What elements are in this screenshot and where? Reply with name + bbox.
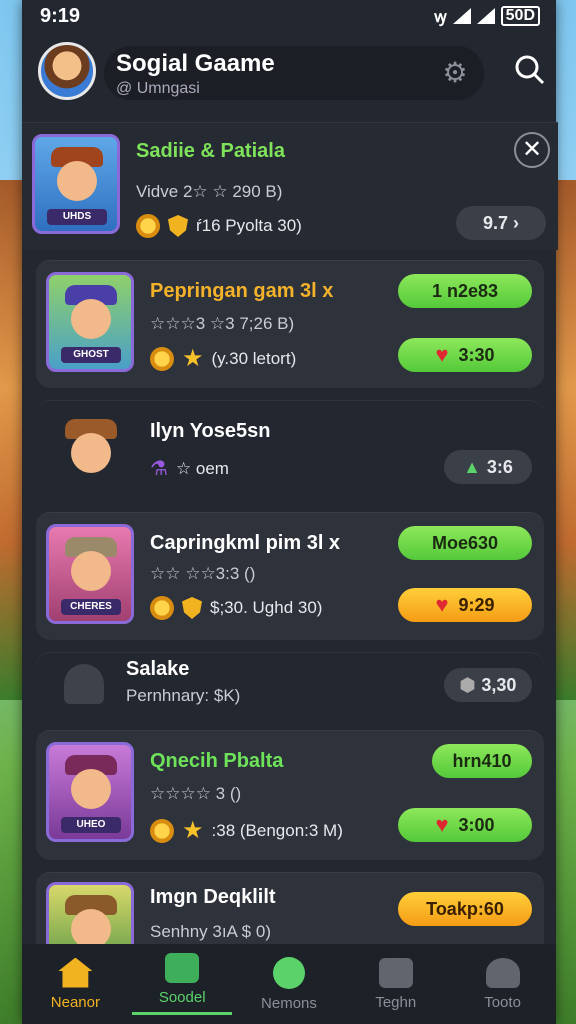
profile-avatar[interactable] [38, 42, 96, 100]
header: Sogial Gaame @ Umngasi ⚙ [38, 42, 550, 106]
coin-icon [150, 818, 174, 843]
ghost-icon [485, 957, 520, 988]
avatar: GHOST [46, 272, 134, 372]
star-icon: ★ [182, 345, 204, 372]
item-stats: Senhny 3ıA $ 0) [150, 922, 271, 941]
globe-icon [272, 956, 305, 989]
status-time: 9:19 [40, 4, 81, 27]
like-button[interactable]: ♥ 3:30 [398, 338, 532, 372]
coin-icon [136, 214, 160, 238]
battery-icon: 50D [500, 6, 540, 26]
tab-teghn[interactable]: Teghn [346, 957, 446, 1011]
like-button[interactable]: ♥ 9:29 [398, 588, 532, 622]
item-name: Ilyn Yose5sn [150, 420, 271, 442]
star-icon: ★ [182, 817, 204, 844]
status-icons: ꝡ 50D [434, 5, 540, 27]
coin-icon [150, 346, 174, 371]
heart-icon: ♥ [435, 342, 449, 367]
tab-nemons[interactable]: Nemons [239, 956, 339, 1012]
avatar-tag: UHDS [47, 209, 107, 225]
list-item[interactable]: Salake Pernhnary: $K) ⬢ 3,30 [36, 652, 544, 718]
tab-tooto[interactable]: Tooto [453, 957, 553, 1011]
item-name: Imgn Deqklilt [150, 886, 276, 908]
item-name: Salake [126, 658, 190, 680]
list-item[interactable]: UHEO Qnecih Pbalta ☆☆☆☆ 3 () ★ :38 (Beng… [36, 730, 544, 860]
shield-badge-icon: ⬢ [459, 674, 476, 695]
bottom-tab-bar: Neanor Soodel Nemons Teghn Tooto [22, 944, 556, 1024]
item-detail: ŕ16 Pyolta 30) [136, 214, 302, 238]
tab-home[interactable]: Neanor [25, 957, 125, 1011]
home-icon [58, 957, 93, 988]
item-detail: ⚗ ☆ oem [150, 458, 229, 480]
score-pill[interactable]: Moe630 [398, 526, 532, 560]
item-detail: $;30. Ughd 30) [150, 596, 322, 620]
friend-list: UHDS Sadiie & Patiala Vidve 2☆ ☆ 290 B) … [22, 122, 558, 974]
level-icon: ▲ [463, 456, 481, 477]
item-stats: ☆☆☆☆ 3 () [150, 784, 242, 803]
item-stats: Pernhnary: $K) [126, 686, 241, 705]
avatar: CHERES [46, 524, 134, 624]
action-pill[interactable]: Toakp:60 [398, 892, 532, 926]
item-detail: ★ :38 (Bengon:3 M) [150, 816, 343, 845]
item-stats: ☆☆☆3 ☆3 7;26 B) [150, 314, 295, 333]
app-title: Sogial Gaame [116, 50, 275, 77]
gear-icon[interactable]: ⚙ [440, 58, 470, 88]
potion-icon: ⚗ [150, 458, 168, 480]
heart-icon: ♥ [435, 812, 449, 837]
item-detail: ★ (y.30 letort) [150, 344, 296, 373]
list-item[interactable]: UHDS Sadiie & Patiala Vidve 2☆ ☆ 290 B) … [22, 122, 558, 250]
status-pill[interactable]: 9.7 › [456, 206, 546, 240]
signal-icon [476, 8, 495, 24]
avatar: UHEO [46, 742, 134, 842]
status-bar: 9:19 ꝡ 50D [0, 0, 576, 32]
tab-social[interactable]: Soodel [132, 953, 233, 1015]
avatar-tag: CHERES [61, 599, 121, 615]
status-pill[interactable]: ⬢ 3,30 [444, 668, 532, 702]
item-stats: ☆☆ ☆☆3:3 () [150, 564, 256, 583]
avatar [46, 406, 134, 492]
avatar-tag: GHOST [61, 347, 121, 363]
item-stats: Vidve 2☆ ☆ 290 B) [136, 182, 283, 201]
signal-label: ꝡ [434, 9, 447, 26]
shield-icon [168, 215, 188, 237]
app-panel: Sogial Gaame @ Umngasi ⚙ UHDS Sadiie & P… [22, 0, 558, 1024]
shield-icon [182, 597, 202, 619]
team-icon [378, 957, 413, 988]
item-name: Sadiie & Patiala [136, 140, 285, 162]
search-icon[interactable] [510, 50, 550, 90]
heart-icon: ♥ [435, 592, 449, 617]
list-item[interactable]: GHOST Pepringan gam 3l x ☆☆☆3 ☆3 7;26 B)… [36, 260, 544, 388]
item-name: Qnecih Pbalta [150, 750, 284, 772]
close-icon[interactable]: ✕ [514, 132, 550, 168]
friends-icon [165, 953, 200, 983]
app-subtitle: @ Umngasi [116, 80, 200, 97]
avatar: UHDS [32, 134, 120, 234]
status-pill[interactable]: ▲ 3:6 [444, 450, 532, 484]
coin-icon [150, 596, 174, 620]
item-name: Capringkml pim 3l x [150, 532, 341, 554]
score-pill[interactable]: 1 n2e83 [398, 274, 532, 308]
list-item[interactable]: CHERES Capringkml pim 3l x ☆☆ ☆☆3:3 () $… [36, 512, 544, 640]
score-pill[interactable]: hrn410 [432, 744, 532, 778]
ghost-icon [64, 664, 104, 704]
like-button[interactable]: ♥ 3:00 [398, 808, 532, 842]
title-box: Sogial Gaame @ Umngasi ⚙ [104, 46, 484, 100]
item-name: Pepringan gam 3l x [150, 280, 334, 302]
list-item[interactable]: Ilyn Yose5sn ⚗ ☆ oem ▲ 3:6 [36, 400, 544, 500]
avatar-tag: UHEO [61, 817, 121, 833]
wifi-icon [452, 8, 471, 24]
